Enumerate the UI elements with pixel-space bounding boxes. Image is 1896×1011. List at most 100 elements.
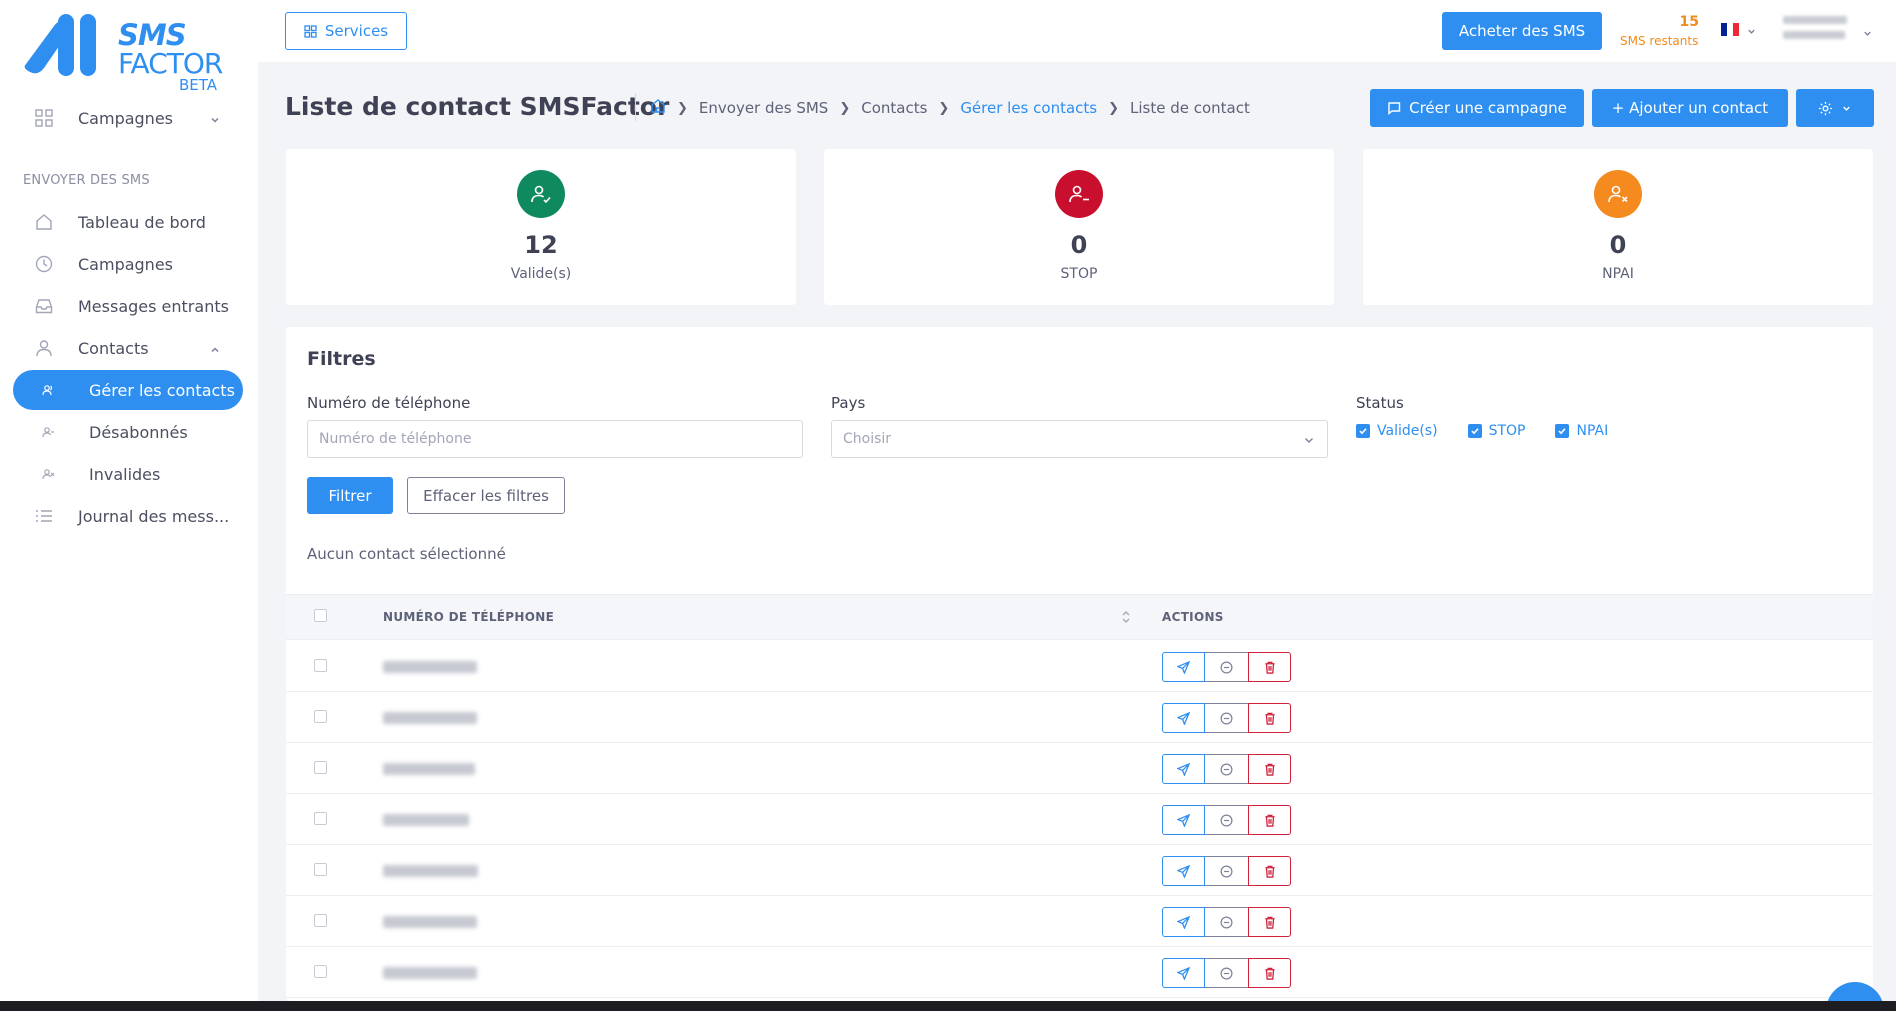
trash-icon: [1264, 712, 1275, 725]
sort-icon[interactable]: [1121, 609, 1131, 629]
table-header: NUMÉRO DE TÉLÉPHONE ACTIONS: [286, 594, 1873, 640]
sidebar-item-messages-entrants[interactable]: Messages entrants: [13, 286, 243, 326]
settings-button[interactable]: [1796, 89, 1874, 127]
status-checkbox-npai[interactable]: NPAI: [1555, 423, 1608, 439]
language-flag-icon[interactable]: [1721, 23, 1739, 36]
delete-contact-button[interactable]: [1248, 958, 1291, 988]
sidebar-item-invalides[interactable]: Invalides: [13, 454, 243, 494]
minus-circle-icon: [1220, 916, 1233, 928]
country-select-value: Choisir: [843, 431, 892, 447]
country-select[interactable]: Choisir: [831, 420, 1328, 458]
user-icon: [33, 337, 55, 359]
send-sms-button[interactable]: [1162, 958, 1205, 988]
sidebar-item-tableau-de-bord[interactable]: Tableau de bord: [13, 202, 243, 242]
delete-contact-button[interactable]: [1248, 805, 1291, 835]
status-option-label: Valide(s): [1377, 423, 1438, 439]
delete-contact-button[interactable]: [1248, 703, 1291, 733]
table-row: [286, 641, 1873, 692]
unsubscribe-button[interactable]: [1205, 958, 1248, 988]
gear-icon: [1818, 101, 1833, 115]
phone-number-redacted: [383, 865, 478, 877]
unsubscribe-button[interactable]: [1205, 652, 1248, 682]
message-icon: [1388, 102, 1401, 115]
sidebar-item-campagnes-top[interactable]: Campagnes: [13, 98, 243, 138]
chevron-down-icon[interactable]: [1862, 24, 1873, 43]
sidebar-item-contacts[interactable]: Contacts: [13, 328, 243, 368]
sidebar-item-gerer-les-contacts[interactable]: Gérer les contacts: [13, 370, 243, 410]
sidebar: SMS FACTOR BETA Campagnes ENVOYER DES SM…: [0, 0, 258, 1001]
breadcrumb-item[interactable]: Envoyer des SMS: [699, 99, 828, 117]
user-x-icon: [1594, 170, 1642, 218]
page-title: Liste de contact SMSFactor: [285, 92, 670, 121]
sms-factor-logo[interactable]: SMS FACTOR BETA: [22, 12, 223, 94]
unsubscribe-button[interactable]: [1205, 856, 1248, 886]
send-sms-button[interactable]: [1162, 703, 1205, 733]
row-actions: [1162, 958, 1291, 988]
row-checkbox[interactable]: [314, 863, 327, 876]
delete-contact-button[interactable]: [1248, 754, 1291, 784]
unsubscribe-button[interactable]: [1205, 907, 1248, 937]
clear-filters-button[interactable]: Effacer les filtres: [407, 477, 565, 514]
user-menu[interactable]: [1783, 16, 1849, 46]
filter-button[interactable]: Filtrer: [307, 477, 393, 514]
sidebar-item-campagnes[interactable]: Campagnes: [13, 244, 243, 284]
sidebar-item-desabonnes[interactable]: Désabonnés: [13, 412, 243, 452]
phone-filter-input[interactable]: Numéro de téléphone: [307, 420, 803, 458]
grid-icon: [304, 24, 317, 38]
row-checkbox[interactable]: [314, 914, 327, 927]
breadcrumb-item[interactable]: Gérer les contacts: [960, 99, 1097, 117]
send-icon: [1177, 711, 1190, 725]
row-checkbox[interactable]: [314, 761, 327, 774]
trash-icon: [1264, 661, 1275, 674]
phone-filter-label: Numéro de téléphone: [307, 394, 471, 412]
status-filter-label: Status: [1356, 394, 1404, 412]
selection-info: Aucun contact sélectionné: [307, 545, 506, 563]
send-sms-button[interactable]: [1162, 805, 1205, 835]
buy-sms-button[interactable]: Acheter des SMS: [1442, 12, 1602, 50]
breadcrumb-item-current: Liste de contact: [1130, 99, 1250, 117]
breadcrumb-item[interactable]: Contacts: [861, 99, 927, 117]
stat-card-valid: 12 Valide(s): [286, 149, 796, 305]
breadcrumb: ❯ Envoyer des SMS ❯ Contacts ❯ Gérer les…: [650, 98, 1250, 118]
row-checkbox[interactable]: [314, 965, 327, 978]
services-button[interactable]: Services: [285, 12, 407, 50]
minus-circle-icon: [1220, 865, 1233, 877]
row-checkbox[interactable]: [314, 812, 327, 825]
row-checkbox[interactable]: [314, 659, 327, 672]
send-sms-button[interactable]: [1162, 652, 1205, 682]
status-checkbox-valid[interactable]: Valide(s): [1356, 423, 1438, 439]
inbox-icon: [33, 295, 55, 317]
unsubscribe-button[interactable]: [1205, 754, 1248, 784]
send-sms-button[interactable]: [1162, 907, 1205, 937]
stat-value: 0: [1609, 231, 1627, 259]
row-actions: [1162, 703, 1291, 733]
stat-card-stop: 0 STOP: [824, 149, 1334, 305]
send-sms-button[interactable]: [1162, 856, 1205, 886]
user-check-icon: [517, 170, 565, 218]
sidebar-item-journal[interactable]: Journal des mess...: [13, 496, 243, 536]
send-sms-button[interactable]: [1162, 754, 1205, 784]
table-row: [286, 845, 1873, 896]
minus-circle-icon: [1220, 712, 1233, 724]
send-icon: [1177, 660, 1190, 674]
delete-contact-button[interactable]: [1248, 856, 1291, 886]
unsubscribe-button[interactable]: [1205, 805, 1248, 835]
trash-icon: [1264, 967, 1275, 980]
unsubscribe-button[interactable]: [1205, 703, 1248, 733]
select-all-checkbox[interactable]: [314, 609, 327, 622]
breadcrumb-separator: ❯: [677, 100, 688, 116]
chevron-down-icon[interactable]: [1746, 22, 1757, 41]
breadcrumb-separator: ❯: [1108, 100, 1119, 116]
status-checkbox-stop[interactable]: STOP: [1467, 423, 1525, 439]
delete-contact-button[interactable]: [1248, 652, 1291, 682]
row-checkbox[interactable]: [314, 710, 327, 723]
column-header-phone[interactable]: NUMÉRO DE TÉLÉPHONE: [383, 610, 554, 624]
create-campaign-button[interactable]: Créer une campagne: [1370, 89, 1584, 127]
check-icon: [1467, 424, 1482, 438]
delete-contact-button[interactable]: [1248, 907, 1291, 937]
home-icon[interactable]: [650, 98, 666, 118]
phone-number-redacted: [383, 916, 477, 928]
phone-number-redacted: [383, 712, 477, 724]
trash-icon: [1264, 916, 1275, 929]
add-contact-button[interactable]: + Ajouter un contact: [1592, 89, 1788, 127]
